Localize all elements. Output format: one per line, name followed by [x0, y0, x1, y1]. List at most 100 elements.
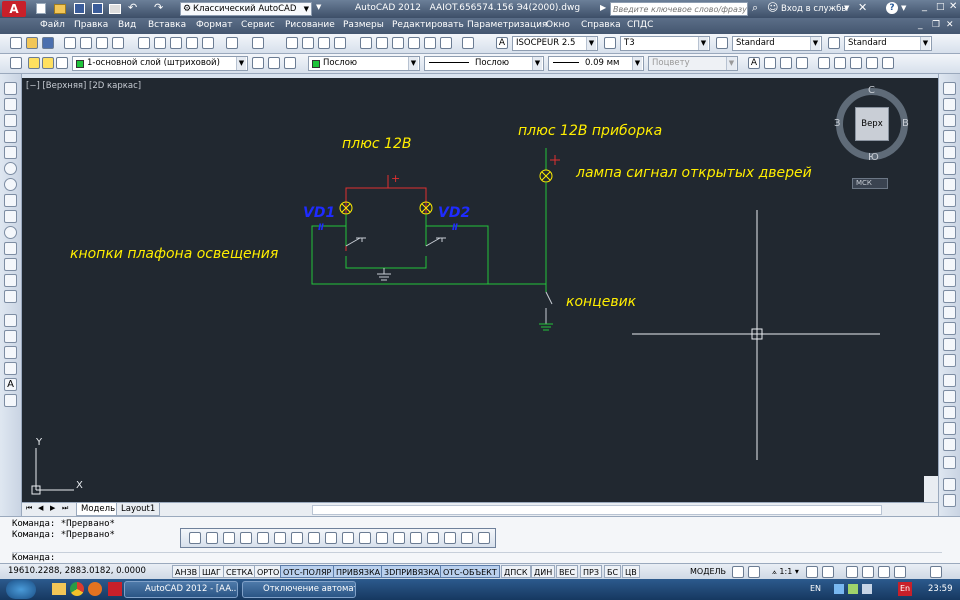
dim-arc-icon[interactable] — [850, 57, 862, 69]
properties-icon[interactable] — [360, 37, 372, 49]
compass-east[interactable]: В — [902, 118, 909, 129]
tab-model[interactable]: Модель — [76, 503, 121, 516]
zoom-realtime-icon[interactable] — [302, 37, 314, 49]
dim-radius-icon[interactable] — [882, 57, 894, 69]
command-prompt[interactable]: Команда: — [12, 552, 942, 563]
offset-icon[interactable] — [943, 130, 956, 143]
table-icon[interactable] — [4, 362, 17, 375]
copy-icon[interactable] — [154, 37, 166, 49]
auto-scale-icon[interactable] — [822, 566, 834, 578]
mirror-icon[interactable] — [943, 114, 956, 127]
annotation-scale[interactable]: ⟑ 1:1 ▾ — [772, 567, 799, 577]
save-icon[interactable] — [42, 37, 54, 49]
taskbar-browser[interactable]: Отключение автомат... — [242, 581, 356, 598]
status-3dosnap[interactable]: 3DПРИВЯЗКА — [381, 565, 443, 578]
make-current-icon[interactable] — [252, 57, 264, 69]
status-otrack[interactable]: ОТС-ОБЪЕКТ — [440, 565, 500, 578]
wcs-menu[interactable]: МСК — [852, 178, 888, 189]
revcloud-icon[interactable] — [4, 194, 17, 207]
sun-icon[interactable] — [42, 57, 54, 69]
multiline-text-icon[interactable]: A — [4, 378, 17, 391]
fillet-icon[interactable] — [943, 322, 956, 335]
help-toolbar-icon[interactable] — [462, 37, 474, 49]
workspace-switch-icon[interactable] — [846, 566, 858, 578]
ft-array-icon[interactable] — [257, 532, 269, 544]
rectangle-icon[interactable] — [4, 146, 17, 159]
copy-object-icon[interactable] — [943, 98, 956, 111]
taskbar-autocad[interactable]: AutoCAD 2012 - [AA... — [124, 581, 238, 598]
explode-icon[interactable] — [943, 354, 956, 367]
ellipse-icon[interactable] — [4, 226, 17, 239]
spell-icon[interactable] — [796, 57, 808, 69]
help-icon[interactable]: ? — [886, 2, 898, 14]
circle-icon[interactable] — [4, 178, 17, 191]
layer-walk-icon[interactable] — [943, 478, 956, 491]
tab-layout1[interactable]: Layout1 — [116, 503, 161, 516]
signin-user-icon[interactable]: ☺ — [767, 1, 778, 14]
doc-minimize-icon[interactable]: _ — [918, 20, 923, 30]
status-tpy[interactable]: ПРЗ — [580, 565, 602, 578]
qat-more-icon[interactable]: ▼ — [316, 3, 321, 11]
3dprint-icon[interactable] — [112, 37, 124, 49]
status-sc[interactable]: ЦВ — [622, 565, 640, 578]
qat-undo-icon[interactable]: ↶ — [128, 1, 137, 14]
markup-icon[interactable] — [424, 37, 436, 49]
status-lwt[interactable]: ВЕС — [556, 565, 579, 578]
spline-icon[interactable] — [4, 210, 17, 223]
gradient-icon[interactable] — [4, 330, 17, 343]
hardware-accel-icon[interactable] — [878, 566, 890, 578]
status-qp[interactable]: БС — [604, 565, 622, 578]
menu-format[interactable]: Формат — [196, 20, 233, 30]
tab-first-icon[interactable]: ⏮ — [26, 504, 32, 513]
ft-copy-icon[interactable] — [206, 532, 218, 544]
qat-new-icon[interactable] — [36, 3, 46, 14]
clean-screen-icon[interactable] — [930, 566, 942, 578]
annotation-visibility-icon[interactable] — [806, 566, 818, 578]
ft-extend-icon[interactable] — [359, 532, 371, 544]
dim-linear-icon[interactable] — [818, 57, 830, 69]
model-space-toggle[interactable]: МОДЕЛЬ — [690, 567, 726, 576]
matchprop-icon[interactable] — [186, 37, 198, 49]
lang-indicator[interactable]: EN — [810, 584, 821, 593]
ft-scale-icon[interactable] — [308, 532, 320, 544]
mleaderstyle-icon[interactable] — [828, 37, 840, 49]
pan-icon[interactable] — [286, 37, 298, 49]
text-edit-icon[interactable] — [764, 57, 776, 69]
paste-icon[interactable] — [170, 37, 182, 49]
ft-rotate-icon[interactable] — [291, 532, 303, 544]
lock-icon[interactable] — [56, 57, 68, 69]
chrome-icon[interactable] — [70, 582, 84, 596]
dimstyle-icon[interactable] — [604, 37, 616, 49]
ft-break-point-icon[interactable] — [376, 532, 388, 544]
menu-help[interactable]: Справка — [581, 20, 621, 30]
polyline-icon[interactable] — [4, 114, 17, 127]
scale-icon[interactable] — [943, 194, 956, 207]
status-osnap[interactable]: ПРИВЯЗКА — [333, 565, 384, 578]
dim-tol-icon[interactable] — [943, 406, 956, 419]
search-icon[interactable]: ⌕ — [752, 1, 758, 15]
tray-icon-3[interactable] — [862, 584, 872, 594]
search-arrow-icon[interactable]: ▶ — [600, 3, 606, 12]
ft-trim-icon[interactable] — [342, 532, 354, 544]
layer-select[interactable]: 1-основной слой (штриховой) ▼ — [72, 56, 248, 71]
blockeditor-icon[interactable] — [202, 37, 214, 49]
quick-view-layouts-icon[interactable] — [732, 566, 744, 578]
ellipse-arc-icon[interactable] — [4, 242, 17, 255]
maximize-icon[interactable]: □ — [936, 2, 945, 12]
status-snap-infer[interactable]: АНЗВ — [172, 565, 201, 578]
open-icon[interactable] — [26, 37, 38, 49]
menu-edit[interactable]: Правка — [74, 20, 108, 30]
ft-stretch-icon[interactable] — [325, 532, 337, 544]
dim-style-icon[interactable] — [943, 390, 956, 403]
designcenter-icon[interactable] — [376, 37, 388, 49]
status-snap[interactable]: ШАГ — [199, 565, 224, 578]
preview-icon[interactable] — [80, 37, 92, 49]
menu-draw[interactable]: Рисование — [285, 20, 335, 30]
coordinates-readout[interactable]: 19610.2288, 2883.0182, 0.0000 — [8, 566, 146, 576]
stretch-icon[interactable] — [943, 210, 956, 223]
menu-tools[interactable]: Сервис — [241, 20, 275, 30]
tab-last-icon[interactable]: ⏭ — [62, 504, 68, 513]
region-icon[interactable] — [4, 346, 17, 359]
doc-restore-icon[interactable]: ❐ — [932, 20, 940, 30]
compass-west[interactable]: З — [834, 118, 840, 129]
